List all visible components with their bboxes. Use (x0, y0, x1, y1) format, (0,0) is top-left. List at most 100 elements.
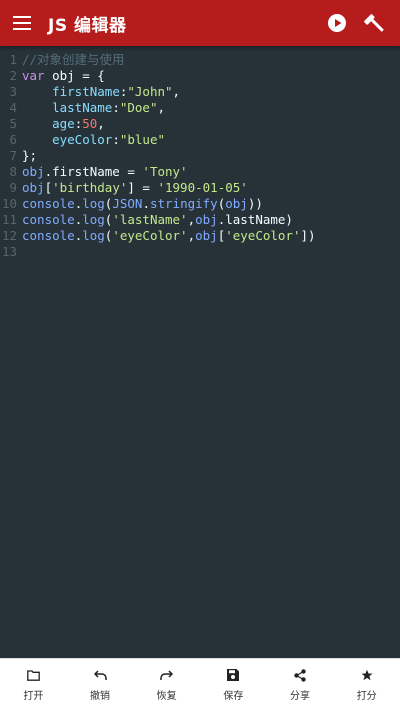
code-text: lastName:"Doe", (22, 100, 165, 116)
code-lines: 1//对象创建与使用 2 var obj = {3 firstName:"John"… (0, 52, 400, 260)
open-button[interactable]: 打开 (0, 659, 67, 711)
share-button[interactable]: 分享 (267, 659, 334, 711)
code-line[interactable]: 8 obj.firstName = 'Tony' (0, 164, 400, 180)
line-number: 2 (9, 68, 17, 83)
code-token: 'birthday' (52, 180, 128, 195)
code-token: obj = { (44, 68, 105, 83)
code-token: console (22, 228, 75, 243)
code-line[interactable]: 12 console.log('eyeColor',obj['eyeColor']… (0, 228, 400, 244)
code-token: log (82, 212, 105, 227)
undo-icon (93, 668, 107, 682)
code-token: var (22, 68, 45, 83)
code-line[interactable]: 6 eyeColor:"blue" (0, 132, 400, 148)
code-token: : (112, 100, 120, 115)
app-root: JS 编辑器 1//对象创建与使用 2 var obj = {3 firstName… (0, 0, 400, 711)
share-button-label: 分享 (290, 691, 311, 702)
code-token: '1990-01-05' (157, 180, 248, 195)
code-token: 'lastName' (112, 212, 188, 227)
code-token: stringify (149, 196, 218, 211)
rate-button[interactable]: 打分 (333, 659, 400, 711)
play-circle-icon[interactable] (324, 10, 350, 36)
line-number: 8 (9, 164, 17, 179)
code-token: "Doe" (119, 100, 158, 115)
app-title: JS 编辑器 (48, 15, 127, 36)
undo-button-label: 撤销 (90, 691, 110, 702)
code-line[interactable]: 9 obj['birthday'] = '1990-01-05' (0, 180, 400, 196)
code-token: )) (247, 196, 263, 211)
code-line[interactable]: 7}; (0, 148, 400, 164)
code-text: eyeColor:"blue" (22, 132, 165, 148)
code-text: }; (22, 148, 37, 164)
code-editor[interactable]: 1//对象创建与使用 2 var obj = {3 firstName:"John"… (0, 46, 400, 658)
code-token: obj (195, 228, 218, 243)
line-number: 11 (1, 212, 17, 227)
code-token: "John" (127, 84, 173, 99)
code-token: , (157, 100, 166, 115)
code-token: obj (195, 212, 218, 227)
code-token: , (172, 84, 181, 99)
code-token: eyeColor (52, 132, 113, 147)
code-text: obj.firstName = 'Tony' (22, 164, 188, 180)
code-line[interactable]: 3 firstName:"John", (0, 84, 400, 100)
code-token: console (22, 196, 75, 211)
code-token: age (52, 116, 75, 131)
code-token: . (142, 196, 150, 211)
save-icon (226, 668, 240, 682)
code-line[interactable]: 10 console.log(JSON.stringify(obj)) (0, 196, 400, 212)
code-token: obj (22, 164, 45, 179)
code-text: age:50, (22, 116, 105, 132)
share-icon (293, 668, 307, 682)
folder-icon (26, 668, 40, 682)
code-token: , (187, 212, 196, 227)
redo-button[interactable]: 恢复 (133, 659, 200, 711)
code-token: ]) (300, 228, 316, 243)
line-number: 4 (9, 100, 17, 115)
code-line[interactable]: 2 var obj = { (0, 68, 400, 84)
line-number: 13 (1, 244, 17, 259)
code-token: [ (44, 180, 53, 195)
code-token: , (187, 228, 196, 243)
hammer-icon[interactable] (362, 10, 388, 36)
code-token: lastName (52, 100, 113, 115)
code-token: 'eyeColor' (225, 228, 301, 243)
code-token: 'Tony' (142, 164, 188, 179)
code-token: //对象创建与使用 (22, 52, 125, 67)
code-token: 'eyeColor' (112, 228, 188, 243)
code-token: console (22, 212, 75, 227)
code-text: var obj = { (22, 68, 105, 84)
line-number: 1 (9, 52, 17, 67)
code-line[interactable]: 13 (0, 244, 400, 260)
code-line[interactable]: 5 age:50, (0, 116, 400, 132)
code-token: .lastName) (217, 212, 293, 227)
code-line[interactable]: 11 console.log('lastName',obj.lastName) (0, 212, 400, 228)
code-token: obj (225, 196, 248, 211)
code-text: firstName:"John", (22, 84, 180, 100)
line-number: 3 (9, 84, 17, 99)
rate-button-label: 打分 (356, 691, 377, 702)
code-token: }; (22, 148, 38, 163)
code-line[interactable]: 4 lastName:"Doe", (0, 100, 400, 116)
open-button-label: 打开 (23, 691, 44, 702)
undo-button[interactable]: 撤销 (67, 659, 134, 711)
line-number: 10 (1, 196, 17, 211)
code-token: "blue" (119, 132, 166, 147)
app-bar: JS 编辑器 (0, 0, 400, 46)
code-text: //对象创建与使用 (22, 52, 125, 68)
hamburger-menu-icon[interactable] (10, 11, 34, 35)
code-token: firstName (52, 84, 120, 99)
code-text: console.log(JSON.stringify(obj)) (22, 196, 263, 212)
code-text: console.log('eyeColor',obj['eyeColor']) (22, 228, 316, 244)
code-token: JSON (112, 196, 143, 211)
line-number: 6 (9, 132, 17, 147)
code-token: : (112, 132, 120, 147)
line-number: 12 (1, 228, 17, 243)
code-token: 50 (82, 116, 98, 131)
save-button[interactable]: 保存 (200, 659, 267, 711)
code-text: console.log('lastName',obj.lastName) (22, 212, 293, 228)
code-token: obj (22, 180, 45, 195)
code-line[interactable]: 1 //对象创建与使用 (0, 52, 400, 68)
